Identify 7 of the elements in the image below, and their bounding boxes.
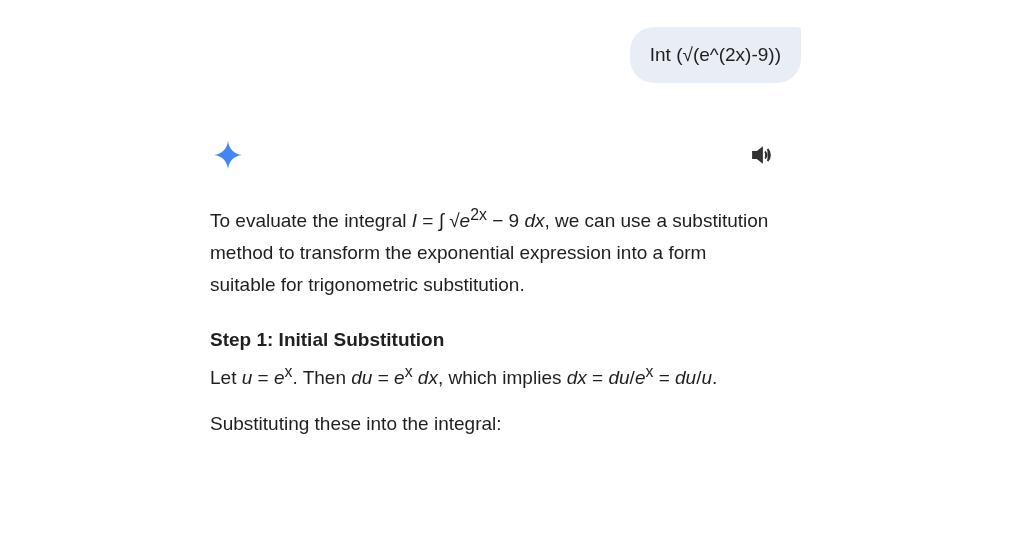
response-paragraph: To evaluate the integral I = ∫ √e$^{2x}$ − 9 dx, we can use a substitution method to transform the exponential expression into a form suitable for trigonometric substitution. [210, 205, 770, 298]
sparkle-icon [214, 141, 242, 169]
speaker-icon[interactable] [750, 143, 774, 167]
response-paragraph: Let u = e$^{x}$. Then du = e$^{x}$ dx, which implies dx = du/e$^{x}$ = du/u. [210, 361, 719, 390]
response-paragraph: Substituting these into the integral: [210, 411, 503, 436]
step-heading: Step 1: Initial Substitution [210, 329, 446, 352]
user-message-bubble: Int (√(e^(2x)-9)) [629, 27, 801, 83]
